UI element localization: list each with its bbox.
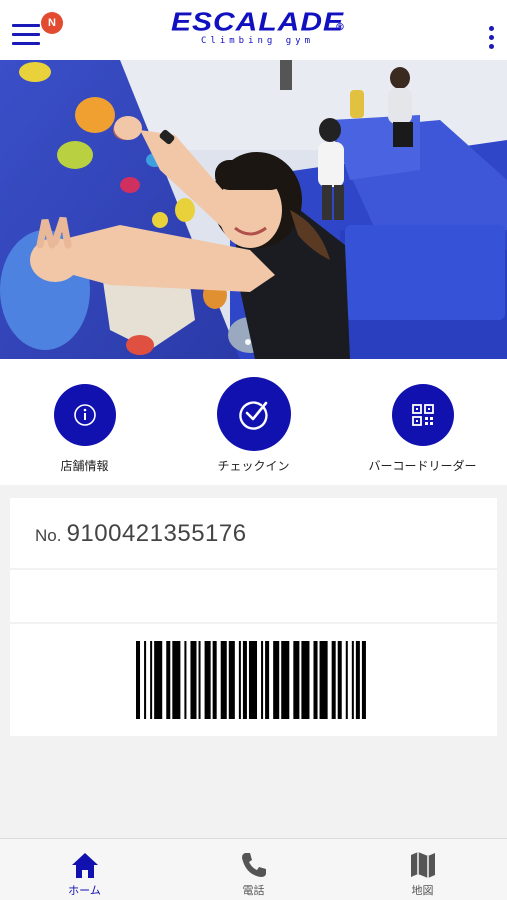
logo-registered-mark: ® xyxy=(335,22,345,33)
store-info-circle[interactable] xyxy=(54,384,116,446)
logo-wordmark: ESCALADE xyxy=(170,8,344,37)
barcode-bar xyxy=(331,641,336,719)
barcode-bar xyxy=(293,641,300,719)
barcode-bar xyxy=(351,641,354,719)
member-number-row: No. 9100421355176 xyxy=(35,520,247,548)
barcode-bar xyxy=(301,641,310,719)
barcode-bar xyxy=(265,641,270,719)
tab-map[interactable]: 地図 xyxy=(338,839,507,900)
barcode-bar xyxy=(198,641,201,719)
escalade-logo: ESCALADE ® Climbing gym xyxy=(170,8,345,52)
barcode-bar xyxy=(319,641,328,719)
tab-phone-label: 電話 xyxy=(242,884,265,897)
barcode-reader-button[interactable]: バーコードリーダー xyxy=(338,359,507,485)
barcode-bar xyxy=(144,641,147,719)
barcode-bar xyxy=(204,641,211,719)
app-header: N ESCALADE ® Climbing gym xyxy=(0,0,507,60)
phone-icon xyxy=(242,853,266,877)
notification-badge: N xyxy=(41,12,63,34)
barcode-bar xyxy=(166,641,171,719)
barcode-reader-label: バーコードリーダー xyxy=(368,459,477,473)
member-info-blank-card xyxy=(10,570,497,622)
hamburger-menu-icon[interactable] xyxy=(12,24,40,46)
climber-photo xyxy=(0,60,507,359)
barcode-bar xyxy=(273,641,280,719)
barcode-bar xyxy=(361,641,366,719)
tab-home-label: ホーム xyxy=(68,884,101,897)
barcode-bar xyxy=(150,641,153,719)
map-icon xyxy=(411,852,435,878)
member-number-card: No. 9100421355176 xyxy=(10,498,497,568)
logo-subtitle: Climbing gym xyxy=(200,36,315,46)
barcode-bar xyxy=(242,641,247,719)
carousel-dot-indicator[interactable] xyxy=(245,339,251,345)
hero-banner-image[interactable] xyxy=(0,60,507,359)
barcode-bar xyxy=(261,641,264,719)
barcode-bar xyxy=(313,641,318,719)
barcode-bar xyxy=(355,641,360,719)
store-info-label: 店舗情報 xyxy=(60,459,109,473)
barcode-bar xyxy=(136,641,141,719)
barcode-bar xyxy=(281,641,290,719)
quick-actions-bar: 店舗情報 チェックイン バーコードリーダー xyxy=(0,359,507,485)
barcode-card xyxy=(10,624,497,736)
check-in-label: チェックイン xyxy=(217,459,290,473)
check-in-circle[interactable] xyxy=(217,377,291,451)
member-number-prefix: No. xyxy=(35,526,62,545)
info-icon xyxy=(74,404,96,426)
home-icon xyxy=(72,853,98,878)
bottom-tab-bar: ホーム 電話 地図 xyxy=(0,838,507,900)
barcode-bar xyxy=(228,641,235,719)
more-options-icon[interactable] xyxy=(485,26,497,52)
tab-map-label: 地図 xyxy=(411,884,434,897)
member-number-value: 9100421355176 xyxy=(66,520,247,547)
barcode-bar xyxy=(345,641,348,719)
tab-phone[interactable]: 電話 xyxy=(169,839,338,900)
check-in-button[interactable]: チェックイン xyxy=(169,359,338,485)
barcode-bar xyxy=(248,641,258,719)
barcode-bar xyxy=(220,641,227,719)
barcode-bar xyxy=(337,641,342,719)
store-info-button[interactable]: 店舗情報 xyxy=(0,359,169,485)
tab-home[interactable]: ホーム xyxy=(0,839,169,900)
barcode-bar xyxy=(212,641,217,719)
barcode-bar xyxy=(154,641,163,719)
barcode-bar xyxy=(172,641,181,719)
barcode-bar xyxy=(184,641,187,719)
barcode-bar xyxy=(190,641,197,719)
member-barcode xyxy=(136,641,366,719)
barcode-reader-circle[interactable] xyxy=(392,384,454,446)
checkmark-icon xyxy=(239,401,268,430)
qr-code-icon xyxy=(412,404,434,426)
barcode-bar xyxy=(238,641,241,719)
